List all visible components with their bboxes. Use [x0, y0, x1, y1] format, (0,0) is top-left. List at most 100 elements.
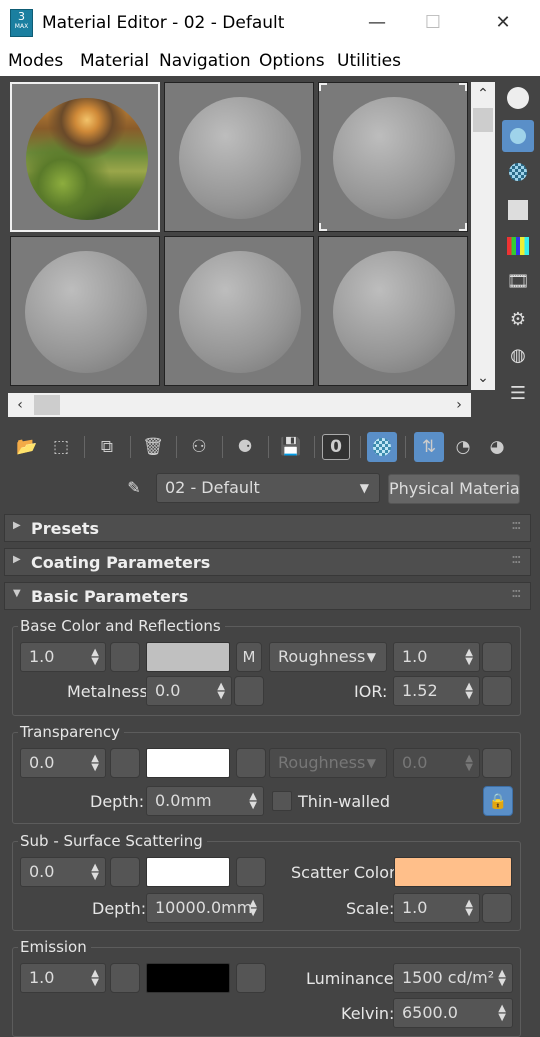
show-end-result-icon[interactable]: ⇅ [414, 432, 444, 462]
options-icon[interactable]: ⚙ [502, 304, 534, 336]
sample-uv-tiling-icon[interactable] [502, 194, 534, 226]
roughness-spinner[interactable]: 1.0 ▲ ▼ [393, 642, 480, 672]
sss-color-map-button[interactable] [236, 857, 266, 887]
transparency-color-swatch[interactable] [146, 748, 230, 778]
transparency-weight-map-button[interactable] [110, 748, 140, 778]
material-map-navigator-icon[interactable]: ☰ [502, 378, 534, 410]
emission-color-map-button[interactable] [236, 963, 266, 993]
chevron-right-icon: ▶ [13, 520, 21, 531]
transparency-roughness-map-button[interactable] [482, 748, 512, 778]
get-material-icon[interactable]: 📂 [12, 432, 42, 462]
material-id-icon[interactable]: 0 [322, 434, 350, 460]
menu-navigation[interactable]: Navigation [159, 51, 251, 71]
sample-slot[interactable] [164, 236, 314, 386]
menu-modes[interactable]: Modes [8, 51, 63, 71]
scroll-down-icon[interactable]: ⌄ [471, 366, 495, 390]
chevron-down-icon: ▼ [366, 756, 376, 770]
horizontal-scrollbar[interactable]: ‹ › [8, 393, 471, 417]
coating-parameters-rollout[interactable]: ▶ Coating Parameters ⁚⁚⁚ [4, 548, 531, 576]
base-color-swatch[interactable] [146, 642, 230, 672]
menu-utilities[interactable]: Utilities [337, 51, 401, 71]
hot-material-corner [459, 83, 467, 91]
menu-options[interactable]: Options [259, 51, 325, 71]
make-preview-icon[interactable]: 🎞 [502, 266, 534, 298]
grip-icon: ⁚⁚⁚ [511, 555, 521, 566]
sample-slot[interactable] [318, 82, 468, 232]
sss-weight-map-button[interactable] [110, 857, 140, 887]
kelvin-label: Kelvin: [341, 1004, 395, 1023]
make-unique-icon[interactable]: ⚇ [184, 432, 214, 462]
material-preview-sphere [179, 97, 301, 219]
scroll-left-icon[interactable]: ‹ [8, 393, 32, 417]
save-library-icon[interactable]: 💾 [276, 432, 306, 462]
base-weight-map-button[interactable] [110, 642, 140, 672]
sss-depth-spinner[interactable]: 10000.0mm ▲ ▼ [146, 893, 264, 923]
roughness-mode-dropdown[interactable]: Roughness ▼ [269, 642, 387, 672]
emission-weight-spinner[interactable]: 1.0 ▲ ▼ [20, 963, 106, 993]
material-preview-sphere [333, 97, 455, 219]
delete-icon[interactable]: 🗑 [138, 432, 168, 462]
scroll-thumb[interactable] [473, 108, 493, 132]
select-by-material-icon[interactable]: ◍ [502, 340, 534, 372]
material-name-field[interactable]: 02 - Default ▼ [156, 473, 380, 503]
maximize-button[interactable]: ☐ [418, 10, 448, 36]
grip-icon: ⁚⁚⁚ [511, 521, 521, 532]
base-weight-spinner[interactable]: 1.0 ▲ ▼ [20, 642, 106, 672]
transparency-depth-spinner[interactable]: 0.0mm ▲ ▼ [146, 786, 264, 816]
sample-slot[interactable] [10, 236, 160, 386]
basic-parameters-rollout[interactable]: ▼ Basic Parameters ⁚⁚⁚ [4, 582, 531, 610]
go-to-parent-icon[interactable]: ◔ [448, 432, 478, 462]
kelvin-spinner[interactable]: 6500.0 ▲ ▼ [393, 998, 513, 1028]
base-color-map-button[interactable]: M [236, 642, 262, 672]
ior-map-button[interactable] [482, 676, 512, 706]
sss-weight-spinner[interactable]: 0.0 ▲ ▼ [20, 857, 106, 887]
transparency-weight-spinner[interactable]: 0.0 ▲ ▼ [20, 748, 106, 778]
show-shaded-material-icon[interactable] [367, 432, 397, 462]
sss-color-swatch[interactable] [146, 857, 230, 887]
sss-scale-map-button[interactable] [482, 893, 512, 923]
material-type-button[interactable]: Physical Material [388, 474, 520, 504]
material-name-bar: ✎ 02 - Default ▼ Physical Material [0, 472, 540, 504]
metalness-spinner[interactable]: 0.0 ▲ ▼ [146, 676, 232, 706]
lock-icon[interactable]: 🔒 [483, 786, 513, 816]
vertical-scrollbar[interactable]: ⌃ ⌄ [471, 82, 495, 390]
luminance-spinner[interactable]: 1500 cd/m² ▲ ▼ [393, 963, 513, 993]
roughness-map-button[interactable] [482, 642, 512, 672]
toolbar-divider [268, 436, 269, 458]
metalness-map-button[interactable] [234, 676, 264, 706]
hot-material-corner [319, 83, 327, 91]
close-button[interactable]: ✕ [488, 10, 518, 36]
material-id-channel-icon[interactable]: ⚈ [230, 432, 260, 462]
transparency-color-map-button[interactable] [236, 748, 266, 778]
sample-type-sphere-icon[interactable] [502, 82, 534, 114]
depth-label: Depth: [90, 792, 145, 811]
background-checker-icon[interactable] [502, 156, 534, 188]
menu-material[interactable]: Material [80, 51, 149, 71]
sss-scale-spinner[interactable]: 1.0 ▲ ▼ [393, 893, 480, 923]
video-color-check-icon[interactable] [502, 230, 534, 262]
metalness-label: Metalness: [67, 682, 154, 701]
transparency-roughness-mode-dropdown[interactable]: Roughness ▼ [269, 748, 387, 778]
assign-to-selection-icon[interactable]: ⧉ [92, 432, 122, 462]
ior-spinner[interactable]: 1.52 ▲ ▼ [393, 676, 480, 706]
emission-weight-map-button[interactable] [110, 963, 140, 993]
eyedropper-icon[interactable]: ✎ [120, 474, 148, 502]
go-forward-to-sibling-icon[interactable]: ◕ [482, 432, 512, 462]
presets-rollout[interactable]: ▶ Presets ⁚⁚⁚ [4, 514, 531, 542]
emission-color-swatch[interactable] [146, 963, 230, 993]
transparency-roughness-spinner[interactable]: 0.0 ▲ ▼ [393, 748, 480, 778]
scatter-color-swatch[interactable] [394, 857, 512, 887]
put-to-scene-icon[interactable]: ⬚ [46, 432, 76, 462]
app-icon: 3 MAX [10, 9, 33, 37]
thin-walled-checkbox[interactable] [272, 791, 292, 811]
minimize-button[interactable]: — [362, 10, 392, 36]
scroll-thumb[interactable] [34, 395, 60, 415]
scroll-up-icon[interactable]: ⌃ [471, 82, 495, 106]
grip-icon: ⁚⁚⁚ [511, 589, 521, 600]
sample-slot[interactable] [164, 82, 314, 232]
sample-slot[interactable] [10, 82, 160, 232]
scroll-right-icon[interactable]: › [447, 393, 471, 417]
chevron-down-icon: ▼ [13, 588, 21, 599]
sample-slot[interactable] [318, 236, 468, 386]
backlight-icon[interactable] [502, 120, 534, 152]
